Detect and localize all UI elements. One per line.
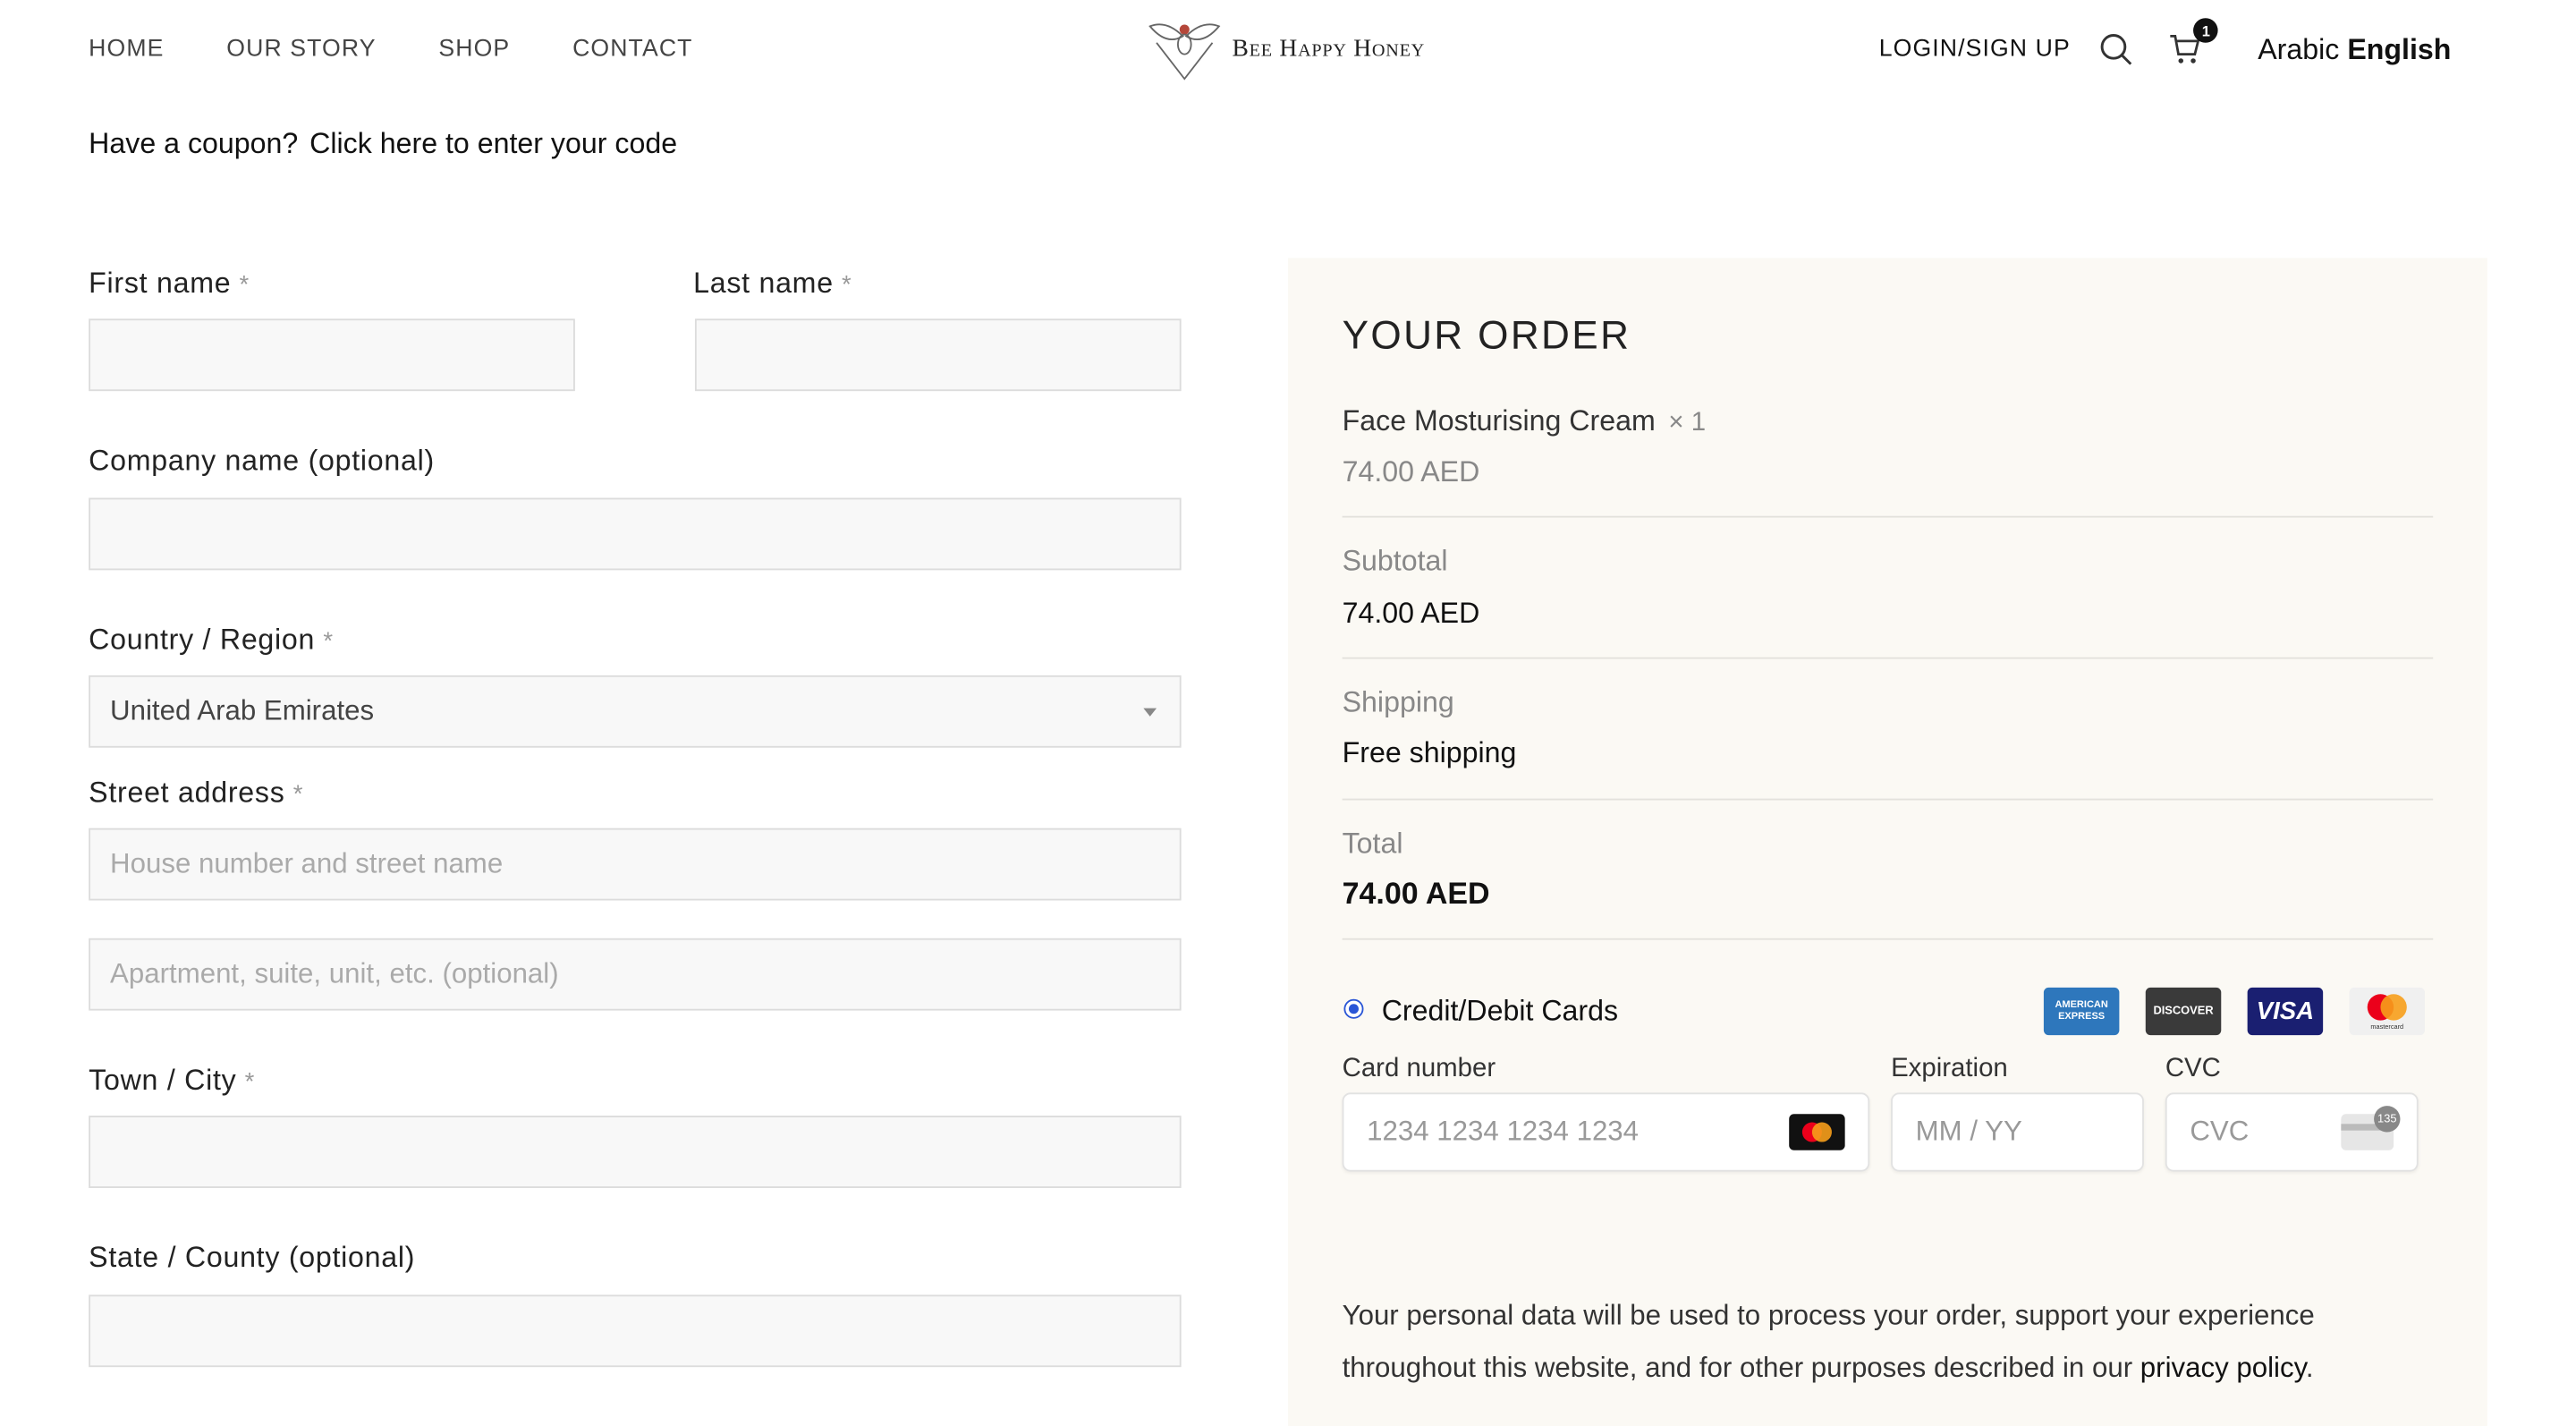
cvc-label: CVC — [2165, 1055, 2221, 1083]
expiration-input[interactable]: MM / YY — [1891, 1092, 2144, 1172]
amex-card-icon: AMERICAN EXPRESS — [2043, 987, 2120, 1036]
language-switcher: Arabic English — [2258, 32, 2451, 67]
company-input[interactable] — [89, 497, 1182, 571]
search-icon[interactable] — [2097, 30, 2136, 69]
cvc-input[interactable]: CVC 135 — [2165, 1092, 2419, 1172]
first-name-input[interactable] — [89, 318, 575, 392]
coupon-link[interactable]: Click here to enter your code — [309, 126, 677, 159]
visa-card-icon: VISA — [2247, 987, 2324, 1036]
required-mark: * — [292, 780, 304, 809]
subtotal-label: Subtotal — [1342, 543, 1448, 577]
cart-count-badge: 1 — [2193, 18, 2219, 43]
subtotal-value: 74.00 AED — [1342, 596, 1480, 630]
lang-arabic[interactable]: Arabic — [2258, 32, 2339, 65]
country-selected-value: United Arab Emirates — [110, 694, 375, 726]
privacy-notice: Your personal data will be used to proce… — [1343, 1290, 2394, 1396]
nav-home[interactable]: HOME — [89, 33, 164, 66]
order-summary-panel: YOUR ORDER Face Mosturising Cream × 1 74.… — [1288, 258, 2487, 1426]
last-name-input[interactable] — [694, 318, 1182, 392]
card-brand-logos: AMERICAN EXPRESS DISCOVER VISA mastercar… — [2043, 987, 2426, 1036]
company-label: Company name (optional) — [89, 443, 435, 477]
checkout-page: HOME OUR STORY SHOP CONTACT Bee Happy Ho… — [0, 0, 2576, 1426]
header-actions: LOGIN/SIGN UP 1 Arabic English — [1879, 18, 2451, 69]
mastercard-wordmark: mastercard — [2370, 1022, 2404, 1031]
cvc-placeholder: CVC — [2190, 1116, 2250, 1148]
required-mark: * — [323, 627, 334, 656]
card-number-label: Card number — [1342, 1055, 1496, 1083]
brand-name: Bee Happy Honey — [1232, 35, 1425, 62]
payment-method-radio[interactable] — [1343, 998, 1364, 1019]
total-label: Total — [1342, 826, 1403, 860]
divider — [1342, 657, 2434, 659]
first-name-label: First name * — [89, 267, 250, 301]
required-mark: * — [842, 271, 852, 300]
privacy-end: . — [2305, 1352, 2314, 1384]
mastercard-field-icon — [1789, 1114, 1845, 1150]
total-value: 74.00 AED — [1342, 875, 1490, 911]
order-item-price: 74.00 AED — [1342, 454, 1480, 488]
nav-contact[interactable]: CONTACT — [572, 33, 692, 66]
state-input[interactable] — [89, 1294, 1182, 1368]
last-name-label-text: Last name — [693, 266, 834, 300]
country-label-text: Country / Region — [89, 623, 316, 656]
payment-method-label[interactable]: Credit/Debit Cards — [1382, 994, 1618, 1029]
chevron-down-icon — [1143, 708, 1157, 717]
order-item-qty: × 1 — [1668, 409, 1707, 437]
nav-shop[interactable]: SHOP — [438, 33, 510, 66]
main-nav: HOME OUR STORY SHOP CONTACT — [89, 33, 755, 66]
order-item: Face Mosturising Cream × 1 — [1343, 404, 1706, 439]
card-number-input[interactable]: 1234 1234 1234 1234 — [1342, 1092, 1870, 1172]
last-name-label: Last name * — [693, 267, 852, 301]
divider — [1342, 798, 2434, 801]
apartment-input[interactable]: Apartment, suite, unit, etc. (optional) — [89, 938, 1182, 1011]
discover-card-icon: DISCOVER — [2145, 987, 2222, 1036]
coupon-notice: Have a coupon? Click here to enter your c… — [89, 126, 689, 161]
expiration-label: Expiration — [1891, 1055, 2008, 1083]
cart-icon[interactable]: 1 — [2165, 18, 2219, 69]
cvc-hint-badge: 135 — [2374, 1106, 2401, 1133]
order-title: YOUR ORDER — [1342, 313, 1631, 359]
cvc-card-icon: 135 — [2341, 1106, 2401, 1150]
first-name-label-text: First name — [89, 266, 232, 300]
required-mark: * — [244, 1067, 256, 1097]
card-number-placeholder: 1234 1234 1234 1234 — [1367, 1116, 1640, 1148]
state-label: State / County (optional) — [89, 1240, 416, 1274]
divider — [1342, 938, 2434, 940]
city-input[interactable] — [89, 1116, 1182, 1188]
required-mark: * — [239, 271, 250, 300]
order-item-name: Face Mosturising Cream — [1342, 403, 1656, 437]
login-signup-link[interactable]: LOGIN/SIGN UP — [1879, 36, 2071, 62]
nav-our-story[interactable]: OUR STORY — [226, 33, 376, 66]
mastercard-circles-icon — [2367, 994, 2407, 1021]
shipping-value: Free shipping — [1342, 735, 1517, 769]
country-select[interactable]: United Arab Emirates — [89, 675, 1182, 748]
brand-logo[interactable]: Bee Happy Honey — [1143, 16, 1425, 81]
privacy-policy-link[interactable]: privacy policy — [2140, 1353, 2306, 1384]
coupon-question: Have a coupon? — [89, 126, 299, 160]
lang-english[interactable]: English — [2347, 32, 2451, 65]
street-label: Street address * — [89, 776, 303, 811]
shipping-label: Shipping — [1342, 684, 1454, 718]
street-address-input[interactable]: House number and street name — [89, 828, 1182, 901]
city-label: Town / City * — [89, 1063, 255, 1098]
bee-logo-icon — [1148, 23, 1221, 81]
divider — [1342, 515, 2434, 518]
street-label-text: Street address — [89, 775, 285, 809]
mastercard-card-icon: mastercard — [2349, 987, 2426, 1036]
city-label-text: Town / City — [89, 1063, 237, 1097]
country-label: Country / Region * — [89, 623, 334, 658]
